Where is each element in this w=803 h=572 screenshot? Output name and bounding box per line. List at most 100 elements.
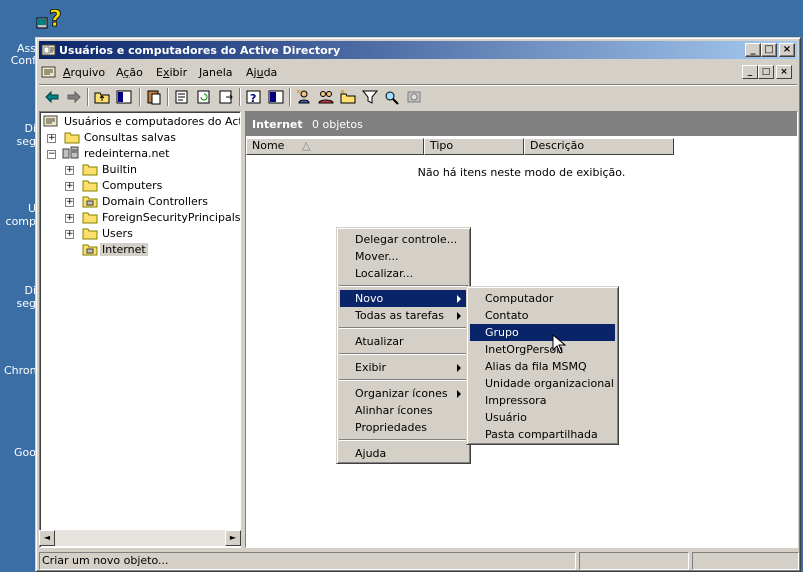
filter-icon[interactable] bbox=[361, 88, 379, 106]
desktop-label[interactable]: Di bbox=[4, 122, 36, 135]
tree-item-domain[interactable]: − redeinterna.net bbox=[46, 146, 236, 162]
console-tree: Usuários e computadores do Active D + Co… bbox=[39, 111, 241, 548]
back-icon[interactable] bbox=[43, 88, 61, 106]
close-button[interactable]: × bbox=[779, 43, 795, 57]
submenu-arrow-icon bbox=[457, 364, 461, 372]
expand-icon[interactable]: + bbox=[65, 166, 74, 175]
menu-item-all-tasks[interactable]: Todas as tarefas bbox=[340, 307, 467, 324]
menu-item-find[interactable]: Localizar... bbox=[340, 265, 467, 282]
up-folder-icon[interactable] bbox=[93, 88, 111, 106]
folder-icon bbox=[82, 212, 98, 224]
column-header-name[interactable]: Nome △ bbox=[246, 138, 424, 155]
submenu-item-user[interactable]: Usuário bbox=[470, 409, 615, 426]
scroll-right-icon[interactable]: ► bbox=[225, 530, 241, 546]
mdi-minimize-button[interactable]: _ bbox=[742, 65, 758, 79]
svg-text:?: ? bbox=[250, 92, 256, 105]
menu-exibir-pre: E bbox=[156, 66, 163, 79]
submenu-item-ou[interactable]: Unidade organizacional bbox=[470, 375, 615, 392]
expand-icon[interactable]: + bbox=[47, 134, 56, 143]
desktop-label[interactable]: seg bbox=[4, 135, 36, 148]
submenu-item-msmq-alias[interactable]: Alias da fila MSMQ bbox=[470, 358, 615, 375]
menu-item-move[interactable]: Mover... bbox=[340, 248, 467, 265]
tree-root[interactable]: Usuários e computadores do Active D bbox=[42, 114, 240, 130]
menu-exibir[interactable]: Exibir bbox=[156, 66, 187, 79]
tree-item-computers[interactable]: + Computers bbox=[64, 178, 234, 194]
menu-item-properties[interactable]: Propriedades bbox=[340, 419, 467, 436]
menu-item-refresh[interactable]: Atualizar bbox=[340, 333, 467, 350]
console-icon[interactable] bbox=[41, 64, 57, 80]
menu-ajuda[interactable]: Ajuda bbox=[246, 66, 277, 79]
ou-folder-icon bbox=[82, 196, 98, 208]
mdi-restore-button[interactable]: □ bbox=[758, 65, 774, 79]
details-header: Internet 0 objetos bbox=[246, 112, 797, 136]
properties-icon[interactable] bbox=[173, 88, 191, 106]
new-user-icon[interactable] bbox=[295, 88, 313, 106]
toolbar-separator bbox=[139, 88, 141, 106]
maximize-button[interactable]: □ bbox=[761, 43, 777, 57]
empty-message: Não há itens neste modo de exibição. bbox=[417, 166, 626, 179]
column-header-description[interactable]: Descrição bbox=[524, 138, 674, 155]
scroll-left-icon[interactable]: ◄ bbox=[39, 530, 55, 546]
expand-icon[interactable]: + bbox=[65, 230, 74, 239]
expand-icon[interactable]: + bbox=[65, 198, 74, 207]
expand-icon[interactable]: + bbox=[65, 214, 74, 223]
menu-item-new[interactable]: Novo bbox=[340, 290, 467, 307]
tree-item-internet[interactable]: Internet bbox=[64, 242, 234, 258]
desktop-label[interactable]: U bbox=[4, 202, 36, 215]
submenu-item-computer[interactable]: Computador bbox=[470, 290, 615, 307]
minimize-button[interactable]: _ bbox=[745, 43, 761, 57]
desktop-label[interactable]: comp bbox=[4, 215, 36, 228]
export-list-icon[interactable] bbox=[217, 88, 235, 106]
menu-item-delegate-control[interactable]: Delegar controle... bbox=[340, 231, 467, 248]
submenu-item-shared-folder[interactable]: Pasta compartilhada bbox=[470, 426, 615, 443]
find-icon[interactable] bbox=[383, 88, 401, 106]
console-tree-icon[interactable] bbox=[267, 88, 285, 106]
new-group-icon[interactable] bbox=[317, 88, 335, 106]
window-title: Usuários e computadores do Active Direct… bbox=[59, 44, 341, 57]
tree-horizontal-scrollbar[interactable]: ◄ ► bbox=[39, 530, 241, 546]
tree-label: Consultas salvas bbox=[84, 131, 176, 144]
menu-janela[interactable]: Janela bbox=[199, 66, 233, 79]
menu-item-view[interactable]: Exibir bbox=[340, 359, 467, 376]
paste-icon[interactable] bbox=[145, 88, 163, 106]
column-header-type[interactable]: Tipo bbox=[424, 138, 524, 155]
menu-item-help[interactable]: Ajuda bbox=[340, 445, 467, 462]
tree-label-selected: Internet bbox=[100, 243, 148, 256]
add-to-group-icon[interactable] bbox=[405, 88, 423, 106]
menu-item-label: Organizar ícones bbox=[355, 387, 448, 400]
tree-item-domain-controllers[interactable]: + Domain Controllers bbox=[64, 194, 234, 210]
tree-item-builtin[interactable]: + Builtin bbox=[64, 162, 234, 178]
menu-arquivo[interactable]: Arquivo bbox=[63, 66, 105, 79]
desktop-label[interactable]: Chron bbox=[4, 364, 36, 377]
submenu-arrow-icon bbox=[457, 390, 461, 398]
submenu-item-contact[interactable]: Contato bbox=[470, 307, 615, 324]
expand-icon[interactable]: + bbox=[65, 182, 74, 191]
help-shortcut-icon[interactable]: ? bbox=[34, 4, 64, 34]
toolbar-separator bbox=[239, 88, 241, 106]
domain-icon bbox=[62, 146, 79, 159]
collapse-icon[interactable]: − bbox=[47, 150, 56, 159]
submenu-item-group[interactable]: Grupo bbox=[470, 324, 615, 341]
object-count: 0 objetos bbox=[312, 118, 363, 131]
tree-item-users[interactable]: + Users bbox=[64, 226, 234, 242]
show-hide-tree-icon[interactable] bbox=[115, 88, 133, 106]
menu-item-line-up-icons[interactable]: Alinhar ícones bbox=[340, 402, 467, 419]
menu-item-arrange-icons[interactable]: Organizar ícones bbox=[340, 385, 467, 402]
tree-item-foreign-security-principals[interactable]: + ForeignSecurityPrincipals bbox=[64, 210, 240, 226]
submenu-item-inetorgperson[interactable]: InetOrgPerson bbox=[470, 341, 615, 358]
toolbar-separator bbox=[289, 88, 291, 106]
mdi-close-button[interactable]: × bbox=[776, 65, 792, 79]
submenu-item-printer[interactable]: Impressora bbox=[470, 392, 615, 409]
new-ou-icon[interactable] bbox=[339, 88, 357, 106]
menu-acao[interactable]: Ação bbox=[116, 66, 143, 79]
refresh-icon[interactable] bbox=[195, 88, 213, 106]
menu-exibir-rest: ibir bbox=[169, 66, 188, 79]
desktop-label[interactable]: Di bbox=[4, 284, 36, 297]
desktop-label[interactable]: Goo bbox=[4, 446, 36, 459]
tree-item-saved-queries[interactable]: + Consultas salvas bbox=[46, 130, 236, 146]
title-bar[interactable]: Usuários e computadores do Active Direct… bbox=[39, 41, 797, 59]
desktop-label[interactable]: seg bbox=[4, 297, 36, 310]
desktop-label[interactable]: Conf bbox=[4, 54, 36, 67]
help-icon[interactable]: ? bbox=[245, 88, 263, 106]
forward-icon[interactable] bbox=[65, 88, 83, 106]
